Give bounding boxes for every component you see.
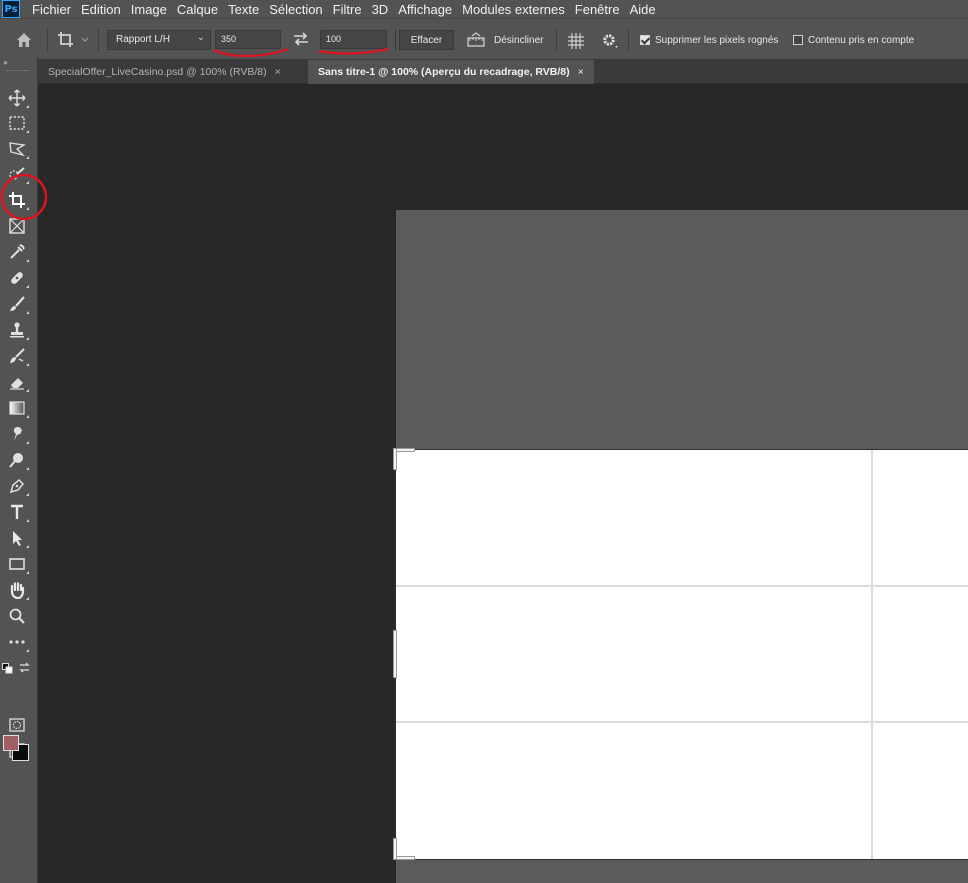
swap-dimensions-icon[interactable] bbox=[292, 31, 310, 51]
path-selection-tool[interactable] bbox=[6, 527, 29, 549]
options-bar: Rapport L/H ⌄ 350 100 Effacer Désincline… bbox=[0, 18, 968, 60]
default-colors-icon[interactable] bbox=[2, 660, 14, 679]
history-brush-tool[interactable] bbox=[6, 345, 29, 367]
menu-3d[interactable]: 3D bbox=[372, 2, 389, 17]
menu-texte[interactable]: Texte bbox=[228, 2, 259, 17]
crop-box-border[interactable] bbox=[395, 449, 968, 860]
more-tools-icon[interactable] bbox=[6, 631, 29, 653]
hand-tool[interactable] bbox=[6, 579, 29, 601]
gear-icon[interactable] bbox=[601, 32, 619, 54]
tab-sans-titre[interactable]: Sans titre-1 @ 100% (Aperçu du recadrage… bbox=[308, 60, 594, 84]
content-aware-checkbox[interactable] bbox=[793, 35, 803, 45]
separator bbox=[47, 29, 48, 51]
home-icon[interactable] bbox=[14, 30, 34, 54]
menu-image[interactable]: Image bbox=[131, 2, 167, 17]
panel-grip[interactable] bbox=[7, 70, 29, 72]
tab-label: SpecialOffer_LiveCasino.psd @ 100% (RVB/… bbox=[48, 66, 267, 78]
rectangle-tool[interactable] bbox=[6, 553, 29, 575]
annotation-underline-width bbox=[213, 47, 289, 58]
crop-handle-left[interactable] bbox=[393, 630, 397, 678]
crop-handle-top-left[interactable] bbox=[393, 448, 397, 470]
swap-colors-icon[interactable] bbox=[18, 659, 31, 678]
close-icon[interactable]: × bbox=[275, 66, 281, 78]
tools-panel: » bbox=[0, 56, 38, 883]
content-aware-label: Contenu pris en compte bbox=[808, 35, 915, 46]
gradient-tool[interactable] bbox=[6, 397, 29, 419]
clone-stamp-tool[interactable] bbox=[6, 319, 29, 341]
marquee-tool[interactable] bbox=[6, 112, 29, 134]
crop-handle-bottom-left[interactable] bbox=[393, 838, 397, 860]
smudge-tool[interactable] bbox=[6, 423, 29, 445]
document-tab-bar: SpecialOffer_LiveCasino.psd @ 100% (RVB/… bbox=[38, 60, 968, 84]
separator bbox=[98, 29, 99, 51]
move-tool[interactable] bbox=[6, 87, 29, 109]
pen-tool[interactable] bbox=[6, 475, 29, 497]
tab-specialoffer[interactable]: SpecialOffer_LiveCasino.psd @ 100% (RVB/… bbox=[38, 60, 291, 84]
photoshop-window: Ps Fichier Edition Image Calque Texte Sé… bbox=[0, 0, 968, 883]
eraser-tool[interactable] bbox=[6, 371, 29, 393]
separator bbox=[556, 29, 557, 51]
menu-selection[interactable]: Sélection bbox=[269, 2, 322, 17]
collapse-panel-icon[interactable]: » bbox=[3, 58, 8, 67]
menu-affichage[interactable]: Affichage bbox=[398, 2, 452, 17]
straighten-icon[interactable] bbox=[466, 32, 486, 52]
separator bbox=[628, 29, 629, 51]
close-icon[interactable]: × bbox=[578, 66, 584, 78]
foreground-color-swatch[interactable] bbox=[3, 735, 19, 751]
zoom-tool[interactable] bbox=[6, 605, 28, 627]
crop-tool[interactable] bbox=[6, 189, 29, 211]
delete-pixels-checkbox[interactable] bbox=[640, 35, 650, 45]
quick-selection-tool[interactable] bbox=[6, 163, 29, 185]
tab-label: Sans titre-1 @ 100% (Aperçu du recadrage… bbox=[318, 66, 570, 78]
type-tool[interactable] bbox=[6, 501, 29, 523]
menu-modules-externes[interactable]: Modules externes bbox=[462, 2, 565, 17]
quick-mask-icon[interactable] bbox=[6, 714, 28, 736]
lasso-tool[interactable] bbox=[6, 138, 29, 160]
eyedropper-tool[interactable] bbox=[6, 241, 29, 263]
clear-button[interactable]: Effacer bbox=[399, 30, 454, 50]
menu-aide[interactable]: Aide bbox=[630, 2, 656, 17]
chevron-down-icon: ⌄ bbox=[196, 32, 205, 43]
menu-fenetre[interactable]: Fenêtre bbox=[575, 2, 620, 17]
ratio-dropdown[interactable]: Rapport L/H ⌄ bbox=[107, 30, 211, 50]
dodge-tool[interactable] bbox=[6, 449, 29, 471]
menu-bar: Ps Fichier Edition Image Calque Texte Sé… bbox=[0, 0, 968, 18]
menu-fichier[interactable]: Fichier bbox=[32, 2, 71, 17]
frame-tool[interactable] bbox=[6, 215, 28, 237]
straighten-label[interactable]: Désincliner bbox=[494, 35, 543, 46]
menu-filtre[interactable]: Filtre bbox=[333, 2, 362, 17]
brush-tool[interactable] bbox=[6, 293, 29, 315]
overlay-grid-icon[interactable] bbox=[566, 31, 586, 55]
delete-pixels-label: Supprimer les pixels rognés bbox=[655, 35, 779, 46]
crop-tool-preset-icon[interactable] bbox=[56, 29, 96, 55]
ratio-dropdown-label: Rapport L/H bbox=[116, 34, 170, 45]
annotation-underline-height bbox=[318, 47, 389, 55]
separator bbox=[395, 29, 396, 51]
photoshop-logo[interactable]: Ps bbox=[2, 0, 20, 18]
healing-brush-tool[interactable] bbox=[6, 267, 29, 289]
menu-calque[interactable]: Calque bbox=[177, 2, 218, 17]
menu-edition[interactable]: Edition bbox=[81, 2, 121, 17]
